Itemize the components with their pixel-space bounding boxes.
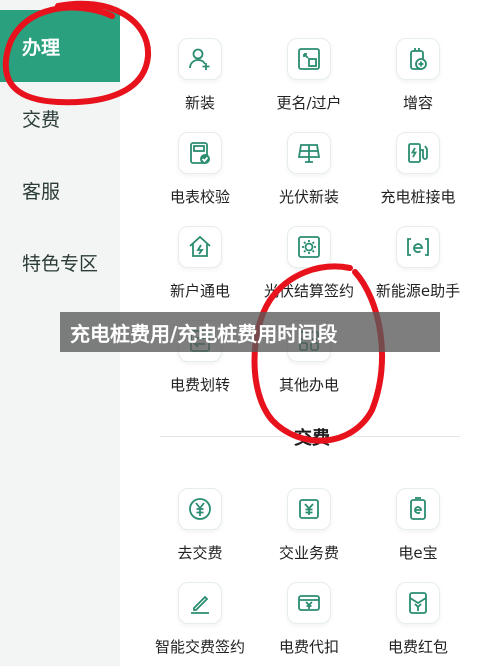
service-meter-check[interactable]: 电表校验 <box>141 132 259 208</box>
e-assistant-icon <box>396 226 440 268</box>
meter-check-icon <box>178 132 222 174</box>
house-power-icon <box>178 226 222 268</box>
pen-sign-icon <box>178 582 222 624</box>
payment-business-fee[interactable]: 交业务费 <box>250 488 368 564</box>
person-add-icon <box>178 38 222 80</box>
service-label: 光伏结算签约 <box>263 282 354 300</box>
charging-pile-icon <box>396 132 440 174</box>
service-label: 电表校验 <box>169 188 230 206</box>
service-charging-pile[interactable]: 充电桩接电 <box>359 132 477 208</box>
service-label: 增容 <box>402 94 433 112</box>
service-label: 光伏新装 <box>278 188 339 206</box>
e-wallet-icon <box>396 488 440 530</box>
payment-auto-sign[interactable]: 智能交费签约 <box>141 582 259 658</box>
service-label: 充电桩接电 <box>380 188 456 206</box>
yen-coin-icon <box>178 488 222 530</box>
sidebar-item-label: 交费 <box>22 108 61 131</box>
sidebar-item-label: 特色专区 <box>22 252 99 275</box>
service-label: 新能源e助手 <box>375 282 461 300</box>
service-label: 其他办电 <box>278 376 339 394</box>
sidebar-item-featured[interactable]: 特色专区 <box>0 226 120 298</box>
sidebar-item-label: 客服 <box>22 180 61 203</box>
payment-label: 电费红包 <box>387 638 448 656</box>
capacity-add-icon <box>396 38 440 80</box>
transfer-icon <box>287 38 331 80</box>
payment-label: 智能交费签约 <box>154 638 245 656</box>
sidebar-item-payment[interactable]: 交费 <box>0 82 120 154</box>
service-new-install[interactable]: 新装 <box>141 38 259 114</box>
solar-settle-icon <box>287 226 331 268</box>
service-solar-install[interactable]: 光伏新装 <box>250 132 368 208</box>
service-solar-settle[interactable]: 光伏结算签约 <box>250 226 368 302</box>
service-capacity[interactable]: 增容 <box>359 38 477 114</box>
payment-label: 电e宝 <box>398 544 438 562</box>
service-label: 新户通电 <box>169 282 230 300</box>
service-e-assistant[interactable]: 新能源e助手 <box>359 226 477 302</box>
service-new-power[interactable]: 新户通电 <box>141 226 259 302</box>
payment-label: 去交费 <box>177 544 223 562</box>
payment-red-envelope[interactable]: 电费红包 <box>359 582 477 658</box>
payment-e-bao[interactable]: 电e宝 <box>359 488 477 564</box>
service-label: 电费划转 <box>169 376 230 394</box>
service-rename-transfer[interactable]: 更名/过户 <box>250 38 368 114</box>
caption-text: 充电桩费用/充电桩费用时间段 <box>70 321 338 346</box>
sidebar-item-handle[interactable]: 办理 <box>0 10 120 82</box>
service-label: 新装 <box>184 94 215 112</box>
payment-label: 电费代扣 <box>278 638 339 656</box>
solar-panel-icon <box>287 132 331 174</box>
yen-doc-icon <box>287 488 331 530</box>
service-label: 更名/过户 <box>276 94 342 112</box>
caption-banner: 充电桩费用/充电桩费用时间段 <box>60 312 440 352</box>
sidebar-item-label: 办理 <box>22 36 61 59</box>
card-deduct-icon <box>287 582 331 624</box>
section-title-payment: 交费 <box>286 424 338 450</box>
sidebar-item-service[interactable]: 客服 <box>0 154 120 226</box>
payment-label: 交业务费 <box>278 544 339 562</box>
payment-auto-deduct[interactable]: 电费代扣 <box>250 582 368 658</box>
payment-go-pay[interactable]: 去交费 <box>141 488 259 564</box>
red-envelope-icon <box>396 582 440 624</box>
